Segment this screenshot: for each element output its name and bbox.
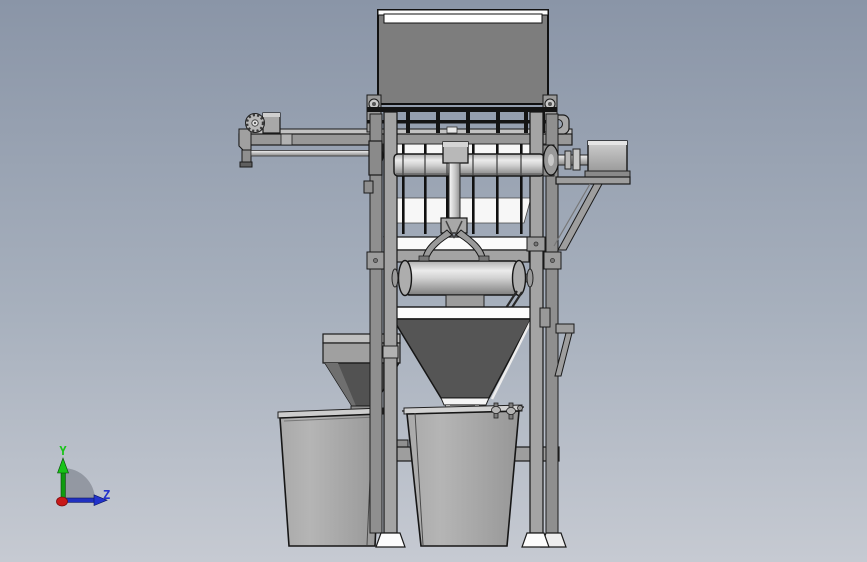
drive-sprocket bbox=[245, 112, 281, 134]
cad-viewport-window: Y Z bbox=[0, 0, 867, 562]
z-axis-label: Z bbox=[103, 488, 110, 502]
collection-bin-left bbox=[277, 407, 384, 547]
tray-rim bbox=[383, 236, 533, 251]
top-hopper bbox=[377, 9, 549, 105]
y-axis-label: Y bbox=[59, 444, 67, 458]
top-hopper-rim bbox=[383, 13, 543, 24]
collection-bin-right bbox=[401, 404, 525, 547]
actuator-rod bbox=[250, 150, 381, 157]
x-axis-origin-dot bbox=[56, 496, 68, 507]
drive-motor bbox=[584, 140, 631, 178]
arm-end-hanger bbox=[241, 149, 252, 164]
piston-rod bbox=[448, 162, 461, 221]
cad-viewport[interactable]: Y Z bbox=[0, 0, 867, 562]
